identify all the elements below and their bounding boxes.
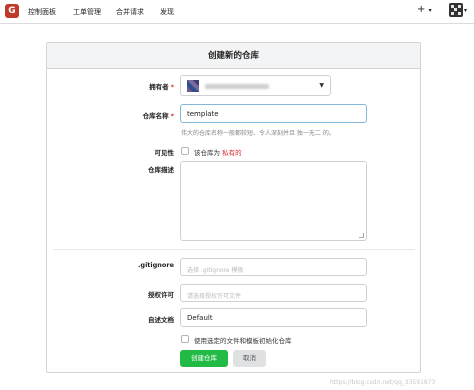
repo-name-label: 仓库名称 * xyxy=(142,112,174,120)
owner-dropdown[interactable]: ▼ xyxy=(180,75,331,96)
divider xyxy=(53,249,415,250)
chevron-down-icon[interactable]: ▾ xyxy=(464,7,467,14)
watermark: https://blog.csdn.net/qq_33591873 xyxy=(330,379,436,386)
init-repo-checkbox[interactable] xyxy=(181,335,189,343)
readme-select[interactable]: Default xyxy=(180,308,367,327)
init-repo-checkbox-label[interactable]: 使用选定的文件和模板初始化仓库 xyxy=(194,335,292,345)
nav-issues[interactable]: 工单管理 xyxy=(73,7,101,17)
create-menu[interactable]: + ▾ xyxy=(417,4,432,15)
plus-icon: + xyxy=(417,4,426,15)
description-label: 仓库描述 xyxy=(148,166,174,174)
private-checkbox[interactable] xyxy=(181,147,189,155)
resize-handle[interactable] xyxy=(359,233,364,238)
create-repo-form: 创建新的仓库 拥有者 * ▼ 仓库名称 * template 伟大的仓库名称一般都较… xyxy=(46,42,421,373)
owner-label: 拥有者 * xyxy=(149,83,174,91)
repo-name-help: 伟大的仓库名称一般都较短、令人深刻并且 独一无二 的。 xyxy=(181,130,335,137)
top-navbar: G 控制面板 工单管理 合并请求 发现 + ▾ ▾ xyxy=(0,0,474,24)
cancel-button[interactable]: 取消 xyxy=(233,350,266,367)
owner-name-redacted xyxy=(205,84,269,89)
chevron-down-icon: ▾ xyxy=(428,7,432,14)
user-avatar[interactable] xyxy=(449,3,463,17)
gitignore-select[interactable]: 选择 .gitignore 模板 xyxy=(180,258,367,276)
nav-pull-requests[interactable]: 合并请求 xyxy=(116,7,144,17)
form-title: 创建新的仓库 xyxy=(47,43,420,69)
repo-name-input[interactable]: template xyxy=(180,104,367,123)
license-label: 授权许可 xyxy=(148,291,174,299)
private-checkbox-label[interactable]: 该仓库为 私有的 xyxy=(194,147,242,157)
create-repo-button[interactable]: 创建仓库 xyxy=(180,350,228,367)
owner-avatar xyxy=(187,80,199,92)
dropdown-caret-icon: ▼ xyxy=(319,82,324,89)
license-select[interactable]: 请选择授权许可文件 xyxy=(180,284,367,302)
visibility-label: 可见性 xyxy=(154,149,175,157)
readme-label: 自述文档 xyxy=(148,316,174,324)
gitignore-label: .gitignore xyxy=(137,261,174,269)
nav-explore[interactable]: 发现 xyxy=(160,7,174,17)
description-textarea[interactable] xyxy=(180,161,367,241)
nav-dashboard[interactable]: 控制面板 xyxy=(28,7,56,17)
gitea-logo[interactable]: G xyxy=(5,4,19,18)
